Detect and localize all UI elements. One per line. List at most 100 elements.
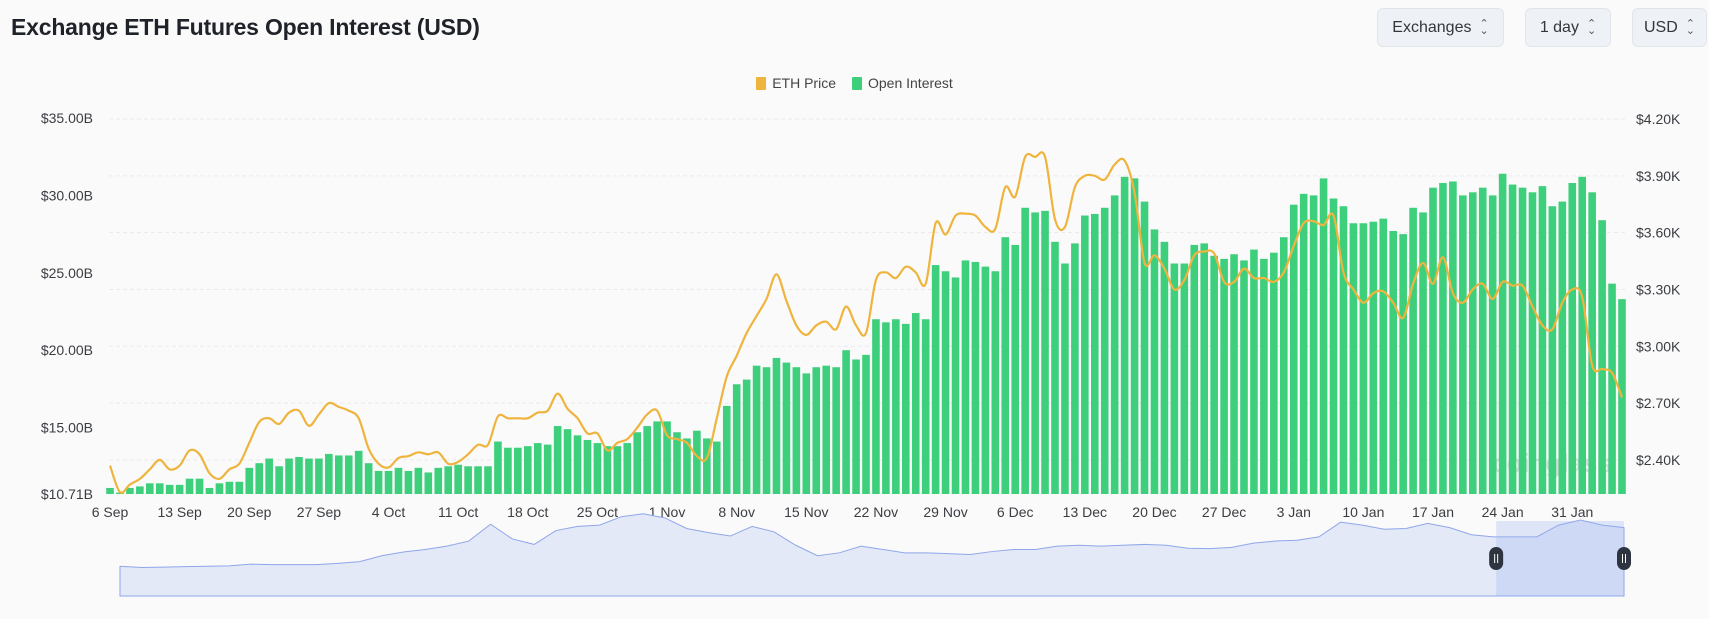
open-interest-bar[interactable] [613, 446, 622, 494]
open-interest-bar[interactable] [1359, 223, 1368, 495]
open-interest-bar[interactable] [593, 443, 602, 494]
open-interest-bar[interactable] [1001, 237, 1010, 494]
open-interest-bar[interactable] [1379, 218, 1388, 494]
open-interest-bar[interactable] [1608, 283, 1616, 494]
open-interest-bar[interactable] [673, 432, 681, 494]
open-interest-bar[interactable] [1459, 195, 1467, 494]
open-interest-bar[interactable] [334, 455, 343, 494]
open-interest-bar[interactable] [295, 457, 303, 494]
open-interest-bar[interactable] [1449, 181, 1457, 495]
open-interest-bar[interactable] [1568, 183, 1577, 494]
open-interest-bar[interactable] [772, 357, 781, 494]
open-interest-bar[interactable] [404, 470, 413, 494]
open-interest-bar[interactable] [543, 444, 552, 494]
open-interest-bar[interactable] [822, 365, 831, 494]
open-interest-bar[interactable] [285, 458, 293, 494]
open-interest-bar[interactable] [802, 373, 811, 494]
open-interest-bar[interactable] [1021, 207, 1029, 494]
open-interest-bar[interactable] [1598, 220, 1606, 494]
open-interest-bar[interactable] [155, 483, 164, 494]
open-interest-bar[interactable] [1369, 221, 1378, 495]
open-interest-bar[interactable] [1150, 229, 1159, 494]
open-interest-bar[interactable] [1200, 243, 1209, 494]
open-interest-bar[interactable] [1419, 212, 1427, 494]
open-interest-bar[interactable] [1011, 244, 1020, 494]
open-interest-bar[interactable] [1071, 243, 1079, 494]
open-interest-bar[interactable] [106, 487, 114, 494]
open-interest-bar[interactable] [1349, 223, 1358, 495]
open-interest-bar[interactable] [842, 350, 850, 494]
open-interest-bar[interactable] [523, 446, 532, 494]
open-interest-bar[interactable] [643, 426, 651, 494]
open-interest-bar[interactable] [205, 487, 214, 494]
open-interest-bar[interactable] [1299, 193, 1308, 494]
open-interest-bar[interactable] [245, 467, 254, 494]
navigator-handle-left[interactable] [1489, 547, 1504, 570]
open-interest-bar[interactable] [1160, 241, 1169, 494]
open-interest-bar[interactable] [623, 443, 632, 494]
open-interest-bar[interactable] [444, 466, 453, 494]
open-interest-bar[interactable] [1518, 187, 1527, 494]
open-interest-bar[interactable] [941, 271, 950, 494]
open-interest-bar[interactable] [722, 405, 731, 494]
open-interest-bar[interactable] [633, 432, 642, 494]
open-interest-bar[interactable] [434, 467, 443, 494]
open-interest-bar[interactable] [1061, 263, 1069, 494]
open-interest-bar[interactable] [812, 367, 821, 494]
open-interest-bar[interactable] [474, 466, 482, 494]
open-interest-bar[interactable] [971, 261, 980, 494]
open-interest-bar[interactable] [175, 484, 184, 494]
open-interest-bar[interactable] [931, 265, 940, 494]
open-interest-bar[interactable] [1528, 192, 1537, 494]
open-interest-bar[interactable] [484, 466, 492, 494]
open-interest-bar[interactable] [394, 467, 403, 494]
open-interest-bar[interactable] [344, 455, 353, 494]
open-interest-bar[interactable] [1120, 176, 1129, 494]
open-interest-bar[interactable] [1130, 178, 1139, 494]
open-interest-bar[interactable] [1270, 252, 1278, 494]
open-interest-bar[interactable] [165, 484, 174, 494]
open-interest-bar[interactable] [1329, 198, 1338, 495]
open-interest-bar[interactable] [921, 319, 930, 494]
open-interest-bar[interactable] [315, 458, 323, 494]
open-interest-bar[interactable] [1190, 244, 1199, 494]
open-interest-bar[interactable] [1389, 231, 1398, 495]
open-interest-bar[interactable] [215, 483, 224, 494]
open-interest-bar[interactable] [862, 354, 870, 494]
open-interest-bar[interactable] [255, 463, 264, 494]
open-interest-bar[interactable] [1409, 207, 1417, 494]
open-interest-bar[interactable] [533, 443, 542, 494]
open-interest-bar[interactable] [1170, 263, 1179, 494]
open-interest-bar[interactable] [225, 481, 234, 494]
open-interest-bar[interactable] [1180, 263, 1189, 494]
open-interest-bar[interactable] [364, 463, 373, 494]
open-interest-bar[interactable] [712, 441, 721, 494]
open-interest-bar[interactable] [653, 421, 661, 494]
open-interest-bar[interactable] [305, 458, 313, 494]
open-interest-bar[interactable] [1548, 206, 1557, 495]
open-interest-bar[interactable] [752, 365, 761, 494]
open-interest-bar[interactable] [603, 446, 612, 494]
open-interest-bar[interactable] [742, 379, 751, 494]
open-interest-bar[interactable] [424, 472, 433, 494]
open-interest-bar[interactable] [553, 426, 562, 494]
open-interest-bar[interactable] [1240, 260, 1248, 494]
open-interest-bar[interactable] [573, 435, 582, 494]
open-interest-bar[interactable] [464, 466, 472, 494]
open-interest-bar[interactable] [235, 481, 244, 494]
open-interest-bar[interactable] [832, 367, 840, 494]
open-interest-bar[interactable] [145, 483, 154, 494]
open-interest-bar[interactable] [901, 323, 910, 494]
open-interest-bar[interactable] [195, 478, 204, 494]
open-interest-bar[interactable] [275, 466, 283, 494]
open-interest-bar[interactable] [1339, 206, 1348, 495]
open-interest-bar[interactable] [981, 266, 990, 494]
open-interest-bar[interactable] [514, 447, 522, 494]
open-interest-bar[interactable] [494, 441, 502, 494]
open-interest-bar[interactable] [1051, 241, 1059, 494]
open-interest-bar[interactable] [1468, 192, 1477, 494]
open-interest-bar[interactable] [454, 464, 462, 494]
open-interest-bar[interactable] [325, 453, 333, 494]
open-interest-bar[interactable] [1220, 258, 1228, 494]
open-interest-bar[interactable] [991, 271, 1000, 494]
